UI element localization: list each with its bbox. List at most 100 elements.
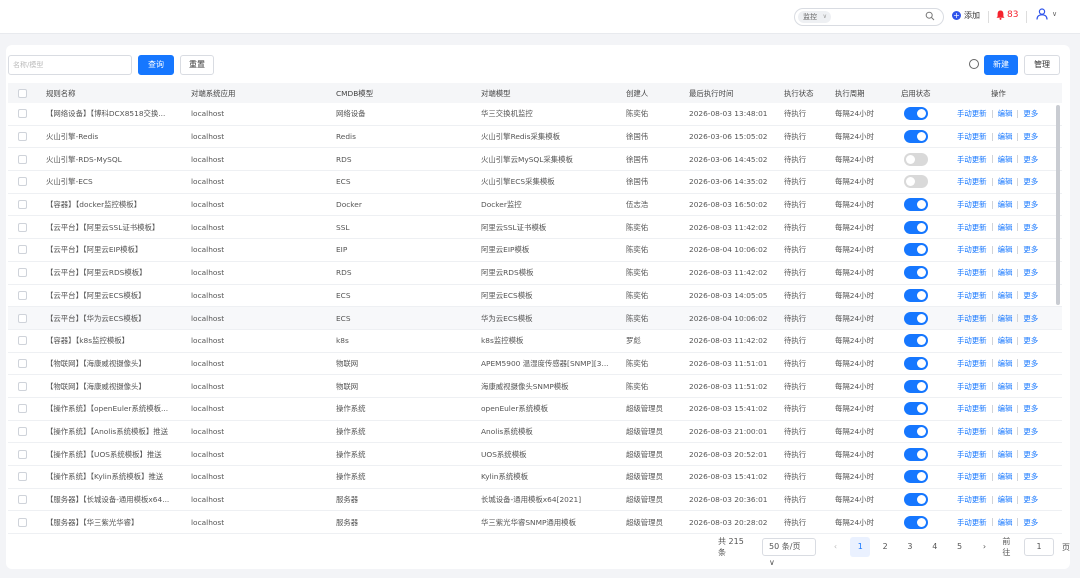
row-checkbox[interactable]: [18, 398, 27, 420]
more-link[interactable]: 更多: [1023, 176, 1038, 187]
more-link[interactable]: 更多: [1023, 199, 1038, 210]
edit-link[interactable]: 编辑: [998, 494, 1013, 505]
more-link[interactable]: 更多: [1023, 381, 1038, 392]
manual-update-link[interactable]: 手动更新: [957, 313, 987, 324]
manual-update-link[interactable]: 手动更新: [957, 290, 987, 301]
page-2[interactable]: 2: [875, 537, 895, 557]
enable-toggle[interactable]: [904, 216, 928, 238]
manual-update-link[interactable]: 手动更新: [957, 222, 987, 233]
enable-toggle[interactable]: [904, 353, 928, 375]
more-link[interactable]: 更多: [1023, 517, 1038, 528]
row-checkbox[interactable]: [18, 171, 27, 193]
more-link[interactable]: 更多: [1023, 494, 1038, 505]
enable-toggle[interactable]: [904, 443, 928, 465]
row-checkbox[interactable]: [18, 194, 27, 216]
enable-toggle[interactable]: [904, 194, 928, 216]
manual-update-link[interactable]: 手动更新: [957, 358, 987, 369]
edit-link[interactable]: 编辑: [998, 108, 1013, 119]
select-all-checkbox[interactable]: [18, 83, 27, 103]
enable-toggle[interactable]: [904, 307, 928, 329]
manual-update-link[interactable]: 手动更新: [957, 176, 987, 187]
notifications-button[interactable]: 83: [996, 10, 1018, 20]
page-3[interactable]: 3: [900, 537, 920, 557]
row-checkbox[interactable]: [18, 307, 27, 329]
refresh-icon[interactable]: [969, 59, 979, 69]
add-button[interactable]: + 添加: [952, 10, 980, 21]
edit-link[interactable]: 编辑: [998, 313, 1013, 324]
prev-page-button[interactable]: ‹: [826, 537, 846, 557]
manual-update-link[interactable]: 手动更新: [957, 426, 987, 437]
enable-toggle[interactable]: [904, 421, 928, 443]
new-button[interactable]: 新建: [984, 55, 1018, 75]
edit-link[interactable]: 编辑: [998, 381, 1013, 392]
row-checkbox[interactable]: [18, 262, 27, 284]
more-link[interactable]: 更多: [1023, 154, 1038, 165]
more-link[interactable]: 更多: [1023, 222, 1038, 233]
manual-update-link[interactable]: 手动更新: [957, 199, 987, 210]
manual-update-link[interactable]: 手动更新: [957, 154, 987, 165]
enable-toggle[interactable]: [904, 330, 928, 352]
more-link[interactable]: 更多: [1023, 426, 1038, 437]
user-menu[interactable]: ∨: [1036, 8, 1057, 20]
page-5[interactable]: 5: [950, 537, 970, 557]
edit-link[interactable]: 编辑: [998, 471, 1013, 482]
enable-toggle[interactable]: [904, 262, 928, 284]
row-checkbox[interactable]: [18, 126, 27, 148]
edit-link[interactable]: 编辑: [998, 154, 1013, 165]
manual-update-link[interactable]: 手动更新: [957, 517, 987, 528]
next-page-button[interactable]: ›: [975, 537, 995, 557]
enable-toggle[interactable]: [904, 103, 928, 125]
more-link[interactable]: 更多: [1023, 108, 1038, 119]
manual-update-link[interactable]: 手动更新: [957, 267, 987, 278]
enable-toggle[interactable]: [904, 398, 928, 420]
row-checkbox[interactable]: [18, 148, 27, 170]
edit-link[interactable]: 编辑: [998, 426, 1013, 437]
row-checkbox[interactable]: [18, 330, 27, 352]
enable-toggle[interactable]: [904, 171, 928, 193]
edit-link[interactable]: 编辑: [998, 517, 1013, 528]
manual-update-link[interactable]: 手动更新: [957, 449, 987, 460]
manual-update-link[interactable]: 手动更新: [957, 108, 987, 119]
edit-link[interactable]: 编辑: [998, 199, 1013, 210]
more-link[interactable]: 更多: [1023, 290, 1038, 301]
more-link[interactable]: 更多: [1023, 449, 1038, 460]
row-checkbox[interactable]: [18, 216, 27, 238]
row-checkbox[interactable]: [18, 103, 27, 125]
enable-toggle[interactable]: [904, 466, 928, 488]
more-link[interactable]: 更多: [1023, 131, 1038, 142]
edit-link[interactable]: 编辑: [998, 267, 1013, 278]
enable-toggle[interactable]: [904, 375, 928, 397]
row-checkbox[interactable]: [18, 375, 27, 397]
manual-update-link[interactable]: 手动更新: [957, 335, 987, 346]
enable-toggle[interactable]: [904, 285, 928, 307]
manual-update-link[interactable]: 手动更新: [957, 131, 987, 142]
scrollbar[interactable]: [1056, 105, 1060, 305]
manual-update-link[interactable]: 手动更新: [957, 471, 987, 482]
edit-link[interactable]: 编辑: [998, 290, 1013, 301]
row-checkbox[interactable]: [18, 421, 27, 443]
more-link[interactable]: 更多: [1023, 335, 1038, 346]
name-search-input[interactable]: 名称/模型: [8, 55, 132, 75]
edit-link[interactable]: 编辑: [998, 222, 1013, 233]
manage-button[interactable]: 管理: [1024, 55, 1060, 75]
edit-link[interactable]: 编辑: [998, 335, 1013, 346]
manual-update-link[interactable]: 手动更新: [957, 381, 987, 392]
edit-link[interactable]: 编辑: [998, 358, 1013, 369]
more-link[interactable]: 更多: [1023, 267, 1038, 278]
enable-toggle[interactable]: [904, 511, 928, 533]
row-checkbox[interactable]: [18, 353, 27, 375]
global-search[interactable]: 监控 ∨: [794, 8, 944, 26]
search-icon[interactable]: [925, 11, 935, 23]
more-link[interactable]: 更多: [1023, 358, 1038, 369]
row-checkbox[interactable]: [18, 466, 27, 488]
enable-toggle[interactable]: [904, 126, 928, 148]
edit-link[interactable]: 编辑: [998, 449, 1013, 460]
enable-toggle[interactable]: [904, 489, 928, 511]
page-1[interactable]: 1: [850, 537, 871, 557]
edit-link[interactable]: 编辑: [998, 403, 1013, 414]
row-checkbox[interactable]: [18, 239, 27, 261]
more-link[interactable]: 更多: [1023, 244, 1038, 255]
row-checkbox[interactable]: [18, 489, 27, 511]
edit-link[interactable]: 编辑: [998, 131, 1013, 142]
edit-link[interactable]: 编辑: [998, 176, 1013, 187]
